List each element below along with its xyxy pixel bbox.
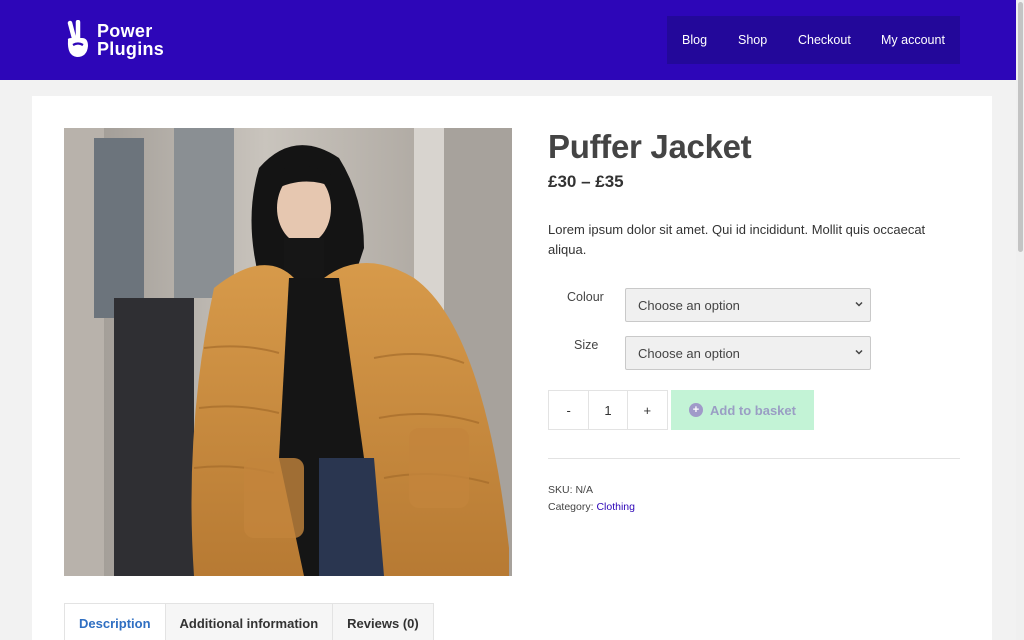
page-scrollbar[interactable] <box>1016 0 1024 640</box>
quantity-stepper: - 1 + <box>548 390 668 430</box>
brand-line-1: Power <box>97 21 153 41</box>
category-link[interactable]: Clothing <box>596 501 635 513</box>
colour-label: Colour <box>567 290 604 304</box>
product-category: Category: Clothing <box>548 501 635 513</box>
site-logo[interactable]: Power Plugins <box>63 20 164 60</box>
product-tabs: Description Additional information Revie… <box>64 603 434 640</box>
quantity-plus-button[interactable]: + <box>628 391 667 429</box>
scrollbar-thumb[interactable] <box>1018 2 1023 252</box>
quantity-input[interactable]: 1 <box>588 391 628 429</box>
nav-item-checkout[interactable]: Checkout <box>798 33 851 47</box>
chevron-down-icon <box>855 301 863 307</box>
tab-reviews[interactable]: Reviews (0) <box>333 604 433 640</box>
colour-select[interactable]: Choose an option <box>625 288 871 322</box>
category-label: Category: <box>548 501 594 513</box>
primary-nav: Blog Shop Checkout My account <box>667 16 960 64</box>
size-label: Size <box>574 338 599 352</box>
size-select-value: Choose an option <box>638 346 740 361</box>
sku-value: N/A <box>575 484 593 496</box>
tab-additional-information[interactable]: Additional information <box>165 604 334 640</box>
product-title: Puffer Jacket <box>548 128 752 165</box>
sku-label: SKU: <box>548 484 573 496</box>
product-sku: SKU: N/A <box>548 484 593 496</box>
chevron-down-icon <box>855 349 863 355</box>
tab-description[interactable]: Description <box>65 604 166 640</box>
add-to-basket-label: Add to basket <box>710 402 796 418</box>
product-photo-illustration <box>64 128 512 576</box>
site-header: Power Plugins Blog Shop Checkout My acco… <box>0 0 1024 80</box>
plus-circle-icon: + <box>689 403 704 417</box>
peace-hand-icon <box>67 20 88 57</box>
product-short-description: Lorem ipsum dolor sit amet. Qui id incid… <box>548 222 926 257</box>
brand-name: Power Plugins <box>97 22 164 58</box>
nav-item-blog[interactable]: Blog <box>682 33 707 47</box>
colour-select-value: Choose an option <box>638 298 740 313</box>
quantity-minus-button[interactable]: - <box>549 391 588 429</box>
product-price: £30 – £35 <box>548 172 624 191</box>
add-to-basket-button[interactable]: + Add to basket <box>671 390 814 430</box>
size-select[interactable]: Choose an option <box>625 336 871 370</box>
nav-item-shop[interactable]: Shop <box>738 33 767 47</box>
product-image[interactable] <box>64 128 512 576</box>
brand-line-2: Plugins <box>97 39 165 59</box>
summary-divider <box>548 458 960 459</box>
nav-item-my-account[interactable]: My account <box>881 33 945 47</box>
